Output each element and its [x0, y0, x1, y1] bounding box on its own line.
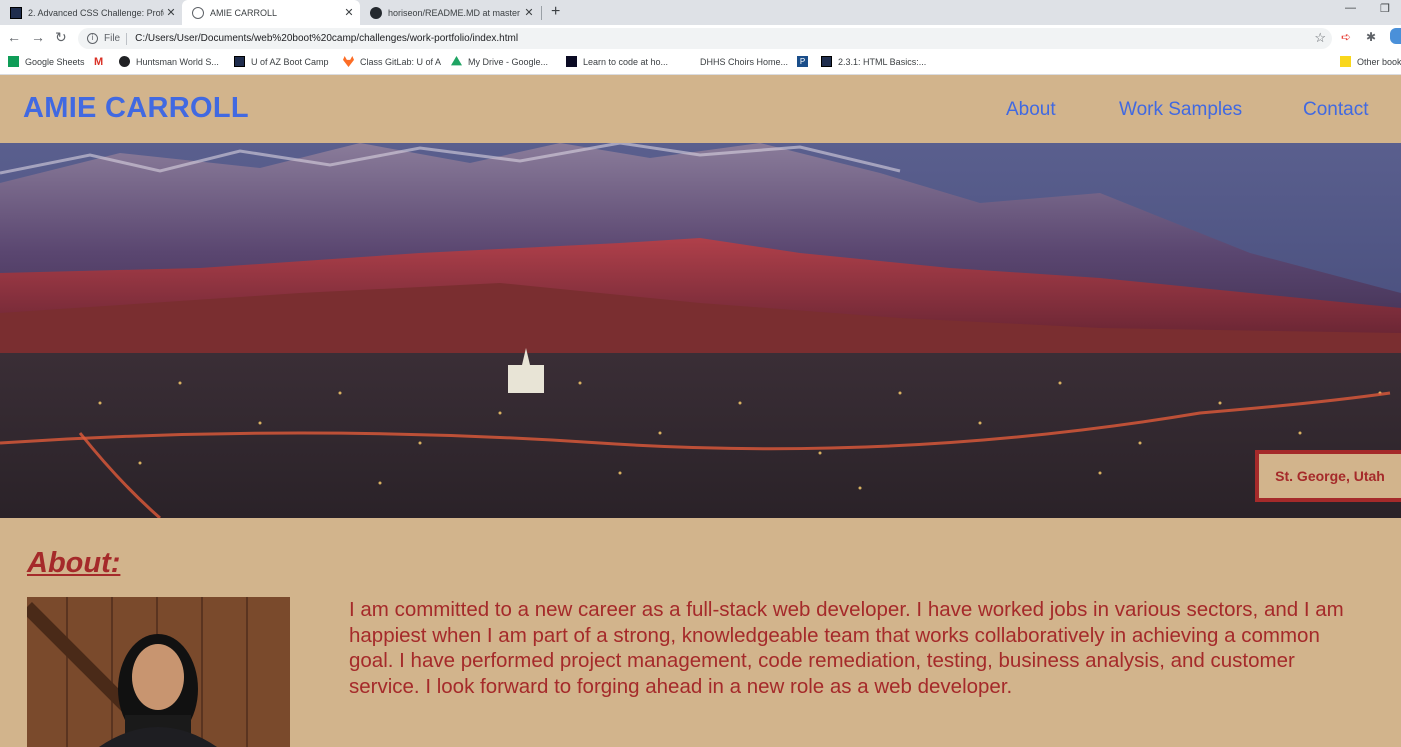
bookmark-label: My Drive - Google...	[468, 56, 549, 67]
profile-photo	[27, 597, 290, 747]
google-sheets-icon	[8, 56, 19, 67]
bookmark-item[interactable]: Learn to code at ho...	[566, 56, 668, 67]
browser-tab[interactable]: horiseon/README.MD at master ✕	[360, 0, 540, 25]
info-icon[interactable]: i	[87, 33, 98, 44]
github-icon	[119, 56, 130, 67]
bootcamp-favicon-icon	[10, 6, 22, 19]
bookmark-item[interactable]: Huntsman World S...	[119, 56, 219, 67]
extension-arrow-icon[interactable]: ➪	[1341, 30, 1351, 44]
bookmark-item[interactable]: My Drive - Google...	[451, 56, 548, 67]
github-icon	[370, 6, 382, 19]
bookmark-star-icon[interactable]: ☆	[1314, 30, 1326, 46]
close-tab-icon[interactable]: ✕	[522, 6, 536, 19]
nav-link-work-samples[interactable]: Work Samples	[1119, 99, 1242, 121]
tab-title: AMIE CARROLL	[210, 7, 278, 18]
bookmark-label: DHHS Choirs Home...	[700, 56, 789, 67]
address-bar[interactable]: i File C:/Users/User/Documents/web%20boo…	[78, 28, 1332, 49]
city-mountain-panorama	[0, 143, 1401, 518]
tab-divider	[541, 6, 542, 20]
google-drive-icon	[451, 56, 462, 66]
new-tab-plus-icon[interactable]: +	[551, 3, 560, 21]
hero-location-badge: St. George, Utah	[1255, 450, 1401, 502]
hero-image: St. George, Utah	[0, 143, 1401, 518]
bootcamp-favicon-icon	[821, 56, 832, 67]
bookmark-label: Class GitLab: U of A	[360, 56, 442, 67]
gitlab-icon	[343, 56, 354, 67]
browser-tab[interactable]: 2. Advanced CSS Challenge: Profe ✕	[0, 0, 182, 25]
bookmark-item[interactable]: Class GitLab: U of A	[343, 56, 441, 67]
other-bookmarks[interactable]: Other book	[1340, 56, 1401, 67]
gmail-icon: M	[94, 56, 104, 68]
bookmark-label: 2.3.1: HTML Basics:...	[838, 56, 927, 67]
nav-link-about[interactable]: About	[1006, 99, 1056, 121]
site-header: AMIE CARROLL About Work Samples Contact	[0, 76, 1401, 143]
blank-favicon-icon	[683, 56, 694, 67]
bookmark-label: Other book	[1357, 56, 1401, 67]
extensions-puzzle-icon[interactable]: ✱	[1366, 30, 1376, 44]
reload-icon[interactable]: ↻	[55, 29, 67, 46]
freecodecamp-icon	[566, 56, 577, 67]
profile-avatar-icon[interactable]	[1390, 28, 1401, 44]
bookmark-item[interactable]: Google Sheets	[8, 56, 85, 67]
bootcamp-favicon-icon	[234, 56, 245, 67]
globe-icon	[192, 6, 204, 19]
back-arrow-icon[interactable]: ←	[7, 29, 21, 45]
bookmark-label: Huntsman World S...	[136, 56, 219, 67]
tab-title: 2. Advanced CSS Challenge: Profe	[28, 7, 164, 18]
bookmark-label: Google Sheets	[25, 56, 85, 67]
minimize-window-icon[interactable]: —	[1345, 2, 1356, 14]
close-tab-icon[interactable]: ✕	[164, 6, 178, 19]
about-text: I am committed to a new career as a full…	[349, 598, 1344, 698]
bookmark-item[interactable]: 2.3.1: HTML Basics:...	[821, 56, 926, 67]
about-heading: About:	[27, 547, 121, 579]
bookmark-label: Learn to code at ho...	[583, 56, 669, 67]
url-scheme: File	[104, 33, 121, 44]
bookmark-item[interactable]: P	[797, 56, 814, 67]
p-favicon-icon: P	[797, 56, 808, 67]
close-tab-icon[interactable]: ✕	[342, 6, 356, 19]
bookmark-item[interactable]: M	[94, 56, 103, 68]
nav-link-contact[interactable]: Contact	[1303, 99, 1368, 121]
bookmark-item[interactable]: U of AZ Boot Camp	[234, 56, 329, 67]
forward-arrow-icon[interactable]: →	[31, 29, 45, 45]
bookmark-label: U of AZ Boot Camp	[251, 56, 329, 67]
browser-tab-strip: 2. Advanced CSS Challenge: Profe ✕ AMIE …	[0, 0, 1401, 25]
omnibox-divider	[126, 32, 128, 45]
maximize-window-icon[interactable]: ❐	[1380, 2, 1390, 15]
browser-toolbar: ← → ↻ i File C:/Users/User/Documents/web…	[0, 25, 1401, 51]
url-text[interactable]: C:/Users/User/Documents/web%20boot%20cam…	[135, 33, 518, 44]
tab-title: horiseon/README.MD at master	[388, 7, 521, 18]
site-logo[interactable]: AMIE CARROLL	[23, 92, 249, 125]
bookmark-item[interactable]: DHHS Choirs Home...	[683, 56, 788, 67]
portrait-image	[27, 597, 290, 747]
folder-icon	[1340, 56, 1351, 67]
browser-tab-active[interactable]: AMIE CARROLL ✕	[182, 0, 360, 25]
bookmarks-bar: Google Sheets M Huntsman World S... U of…	[0, 51, 1401, 75]
